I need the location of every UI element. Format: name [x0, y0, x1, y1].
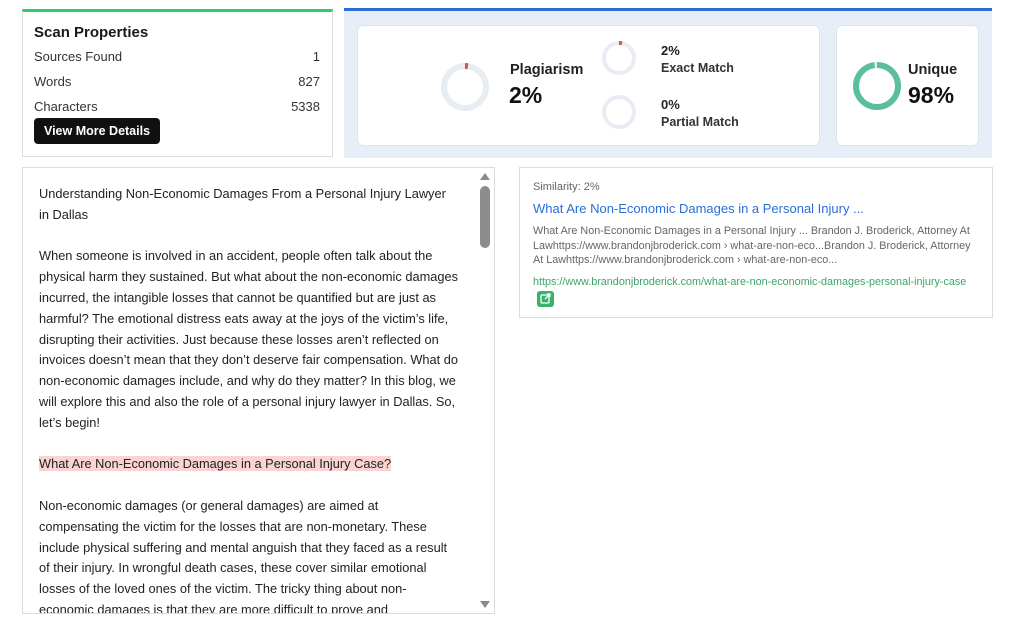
matched-text-highlight[interactable]: What Are Non-Economic Damages in a Perso… — [39, 456, 392, 472]
unique-ring-progress — [853, 62, 901, 110]
paragraph-text: Non-economic damages (or general damages… — [39, 497, 448, 614]
similarity-label: Similarity: 2% — [533, 181, 600, 193]
exact-match-value: 2% — [661, 43, 680, 58]
sources-found-value: 1 — [312, 49, 320, 64]
document-paragraph: Non-economic damages (or general damages… — [39, 496, 459, 614]
document-paragraph-highlighted: What Are Non-Economic Damages in a Perso… — [39, 454, 459, 475]
paragraph-text: Understanding Non-Economic Damages From … — [39, 186, 446, 222]
plagiarism-label: Plagiarism — [510, 62, 584, 78]
text-scrollbar[interactable] — [476, 168, 494, 613]
unique-label: Unique — [908, 62, 958, 78]
document-text-panel[interactable]: Understanding Non-Economic Damages From … — [22, 167, 495, 614]
view-more-details-button[interactable]: View More Details — [34, 118, 160, 144]
paragraph-text: When someone is involved in an accident,… — [39, 248, 458, 430]
plagiarism-card: Plagiarism 2% 2% Exact Match 0% Partial … — [357, 25, 820, 146]
scroll-up-arrow-icon[interactable] — [480, 173, 490, 180]
unique-value: 98% — [908, 82, 955, 108]
partial-match-ring-track — [602, 95, 636, 129]
partial-match-value: 0% — [661, 97, 680, 112]
partial-match-ring — [602, 95, 636, 129]
scan-properties-title: Scan Properties — [34, 24, 149, 41]
characters-value: 5338 — [291, 99, 320, 114]
characters-label: Characters — [34, 99, 98, 114]
sources-found-label: Sources Found — [34, 49, 123, 64]
characters-row: Characters 5338 — [34, 99, 320, 114]
match-snippet: What Are Non-Economic Damages in a Perso… — [533, 225, 971, 266]
words-row: Words 827 — [34, 74, 320, 89]
document-paragraph: Understanding Non-Economic Damages From … — [39, 184, 459, 226]
words-value: 827 — [298, 74, 320, 89]
unique-card: Unique 98% — [836, 25, 979, 146]
document-paragraph: When someone is involved in an accident,… — [39, 246, 459, 433]
plagiarism-value: 2% — [509, 82, 543, 108]
document-text: Understanding Non-Economic Damages From … — [39, 184, 459, 614]
external-link-icon[interactable] — [537, 290, 554, 307]
words-label: Words — [34, 74, 72, 89]
plagiarism-ring-track — [441, 63, 489, 111]
match-url-link[interactable]: https://www.brandonjbroderick.com/what-a… — [533, 276, 966, 288]
unique-ring — [853, 62, 901, 110]
external-link-glyph — [540, 292, 551, 304]
exact-match-ring-track — [602, 41, 636, 75]
match-title-link[interactable]: What Are Non-Economic Damages in a Perso… — [533, 201, 864, 216]
stats-panel: Plagiarism 2% 2% Exact Match 0% Partial … — [344, 8, 992, 158]
scroll-down-arrow-icon[interactable] — [480, 601, 490, 608]
scan-properties-card: Scan Properties Sources Found 1 Words 82… — [22, 9, 333, 157]
exact-match-ring — [602, 41, 636, 75]
plagiarism-ring — [441, 63, 489, 111]
partial-match-label: Partial Match — [661, 115, 739, 129]
scroll-thumb[interactable] — [480, 186, 490, 248]
match-result-card: Similarity: 2% What Are Non-Economic Dam… — [519, 167, 993, 318]
match-url: https://www.brandonjbroderick.com/what-a… — [533, 275, 973, 307]
exact-match-label: Exact Match — [661, 61, 734, 75]
sources-found-row: Sources Found 1 — [34, 49, 320, 64]
